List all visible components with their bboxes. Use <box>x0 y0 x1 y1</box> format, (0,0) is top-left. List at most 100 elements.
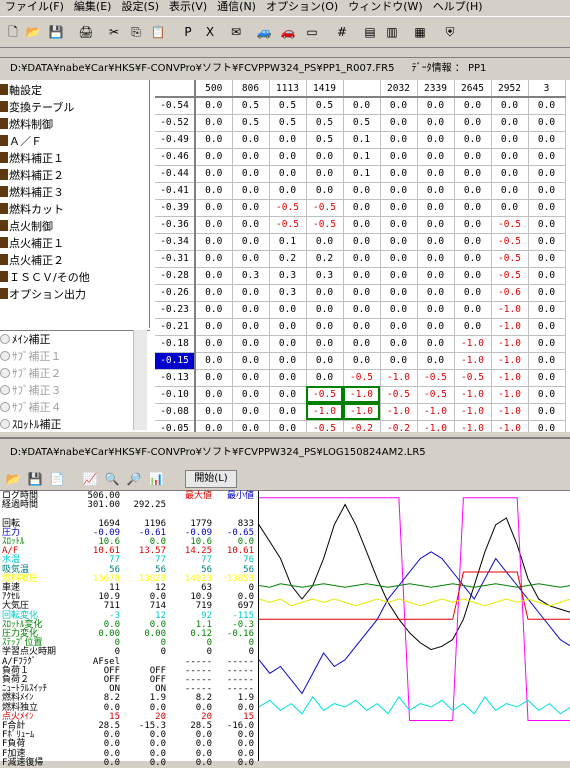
table-cell[interactable]: 0.0 <box>195 386 233 404</box>
table-cell[interactable]: -1.0 <box>417 420 455 432</box>
column-header[interactable]: 2032 <box>380 80 418 98</box>
table-cell[interactable]: 0.0 <box>417 352 455 370</box>
table-cell[interactable]: 0.0 <box>528 233 566 251</box>
table-cell[interactable]: 0.0 <box>195 301 233 319</box>
table-cell[interactable]: 0.5 <box>232 97 270 115</box>
table-cell[interactable]: 0.0 <box>232 216 270 234</box>
tool-c-icon[interactable]: ✉ <box>226 22 246 42</box>
table-cell[interactable]: 0.0 <box>417 97 455 115</box>
table-cell[interactable]: 0.0 <box>343 352 381 370</box>
table-cell[interactable]: 0.0 <box>454 131 492 149</box>
table-cell[interactable]: 0.0 <box>195 403 233 421</box>
table-cell[interactable]: -1.0 <box>491 386 529 404</box>
table-cell[interactable]: 0.0 <box>195 199 233 217</box>
table-cell[interactable]: 0.0 <box>232 386 270 404</box>
table-cell[interactable]: 0.0 <box>417 318 455 336</box>
table-cell[interactable]: 0.0 <box>232 284 270 302</box>
row-header[interactable]: -0.15 <box>155 352 196 370</box>
car-red-icon[interactable]: 🚗 <box>278 22 298 42</box>
table-cell[interactable]: 0.0 <box>417 335 455 353</box>
table-cell[interactable]: 0.0 <box>380 335 418 353</box>
table-cell[interactable]: 0.0 <box>528 216 566 234</box>
table-cell[interactable]: 0.3 <box>232 267 270 285</box>
column-header[interactable]: 806 <box>232 80 270 98</box>
tool-d-icon[interactable]: ▦ <box>410 22 430 42</box>
table-cell[interactable]: 0.1 <box>343 148 381 166</box>
table-cell[interactable]: 0.0 <box>454 233 492 251</box>
table-cell[interactable]: -1.0 <box>306 403 344 421</box>
table-cell[interactable]: -1.0 <box>454 335 492 353</box>
table-cell[interactable]: 0.0 <box>232 182 270 200</box>
table-cell[interactable]: 0.0 <box>417 148 455 166</box>
table-cell[interactable]: 0.0 <box>195 352 233 370</box>
table-cell[interactable]: 0.0 <box>306 148 344 166</box>
copy-icon[interactable]: ⎘ <box>126 22 146 42</box>
table-cell[interactable]: 0.0 <box>269 182 307 200</box>
correction-list-scrollbar[interactable] <box>133 330 147 430</box>
table-cell[interactable]: 0.0 <box>417 216 455 234</box>
table-cell[interactable]: 0.3 <box>306 267 344 285</box>
table-cell[interactable]: 0.0 <box>528 182 566 200</box>
start-button[interactable]: 開始(L) <box>185 470 237 488</box>
table-cell[interactable]: 0.0 <box>417 284 455 302</box>
tree-item[interactable]: 燃料補正１ <box>0 150 64 167</box>
table-cell[interactable]: 0.5 <box>343 114 381 132</box>
row-header[interactable]: -0.05 <box>155 420 196 432</box>
table-cell[interactable]: 0.0 <box>528 420 566 432</box>
row-header[interactable]: -0.39 <box>155 199 196 217</box>
table-cell[interactable]: 0.0 <box>306 369 344 387</box>
row-header[interactable]: -0.49 <box>155 131 196 149</box>
table-cell[interactable]: 0.5 <box>269 97 307 115</box>
table-cell[interactable]: 0.0 <box>232 369 270 387</box>
table-cell[interactable]: 0.0 <box>195 182 233 200</box>
cut-icon[interactable]: ✂ <box>104 22 124 42</box>
table-cell[interactable]: 0.0 <box>232 301 270 319</box>
table-cell[interactable]: 0.0 <box>380 301 418 319</box>
menu-item-3[interactable]: 表示(V) <box>164 0 212 14</box>
table-cell[interactable]: 0.0 <box>491 165 529 183</box>
table-cell[interactable]: -0.5 <box>306 386 344 404</box>
table-cell[interactable]: 0.1 <box>343 165 381 183</box>
table-cell[interactable]: 0.0 <box>417 182 455 200</box>
table-cell[interactable]: 0.0 <box>454 216 492 234</box>
table-cell[interactable]: 0.0 <box>232 199 270 217</box>
table-cell[interactable]: 0.0 <box>306 284 344 302</box>
correction-item[interactable]: ｻﾌﾞ補正２ <box>0 365 62 382</box>
table-cell[interactable]: 0.0 <box>306 301 344 319</box>
table-cell[interactable]: 0.0 <box>528 369 566 387</box>
table-cell[interactable]: -1.0 <box>491 352 529 370</box>
table-cell[interactable]: -1.0 <box>491 318 529 336</box>
table-cell[interactable]: 0.0 <box>195 318 233 336</box>
table-cell[interactable]: -1.0 <box>417 403 455 421</box>
menu-item-5[interactable]: オプション(O) <box>261 0 343 14</box>
zoom-out-icon[interactable]: 🔍 <box>102 469 122 489</box>
table-cell[interactable]: -0.5 <box>306 199 344 217</box>
table-cell[interactable]: 0.0 <box>269 131 307 149</box>
table-cell[interactable]: 0.0 <box>380 352 418 370</box>
table-cell[interactable]: 0.0 <box>195 369 233 387</box>
table-cell[interactable]: 0.0 <box>454 250 492 268</box>
column-header[interactable]: 2645 <box>454 80 492 98</box>
table-cell[interactable]: 0.0 <box>343 284 381 302</box>
table-cell[interactable]: 0.0 <box>454 114 492 132</box>
table-cell[interactable]: -1.0 <box>491 420 529 432</box>
tree-item[interactable]: 変換テーブル <box>0 99 74 116</box>
car-blue-icon[interactable]: 🚙 <box>254 22 274 42</box>
table-cell[interactable]: 0.5 <box>306 131 344 149</box>
row-header[interactable]: -0.21 <box>155 318 196 336</box>
table-cell[interactable]: 0.0 <box>454 301 492 319</box>
table-cell[interactable]: -1.0 <box>491 403 529 421</box>
correction-item[interactable]: ｻﾌﾞ補正４ <box>0 399 62 416</box>
column-header[interactable]: 1419 <box>306 80 344 98</box>
table-cell[interactable]: 0.0 <box>491 148 529 166</box>
tree-item[interactable]: ＩＳＣＶ/その他 <box>0 269 90 286</box>
row-header[interactable]: -0.23 <box>155 301 196 319</box>
table-cell[interactable]: 0.0 <box>195 165 233 183</box>
tree-item[interactable]: 燃料カット <box>0 201 64 218</box>
zoom-in-icon[interactable]: 🔎 <box>124 469 144 489</box>
save-icon[interactable]: 💾 <box>25 469 45 489</box>
row-header[interactable]: -0.13 <box>155 369 196 387</box>
table-cell[interactable]: 0.0 <box>232 352 270 370</box>
table-cell[interactable]: 0.0 <box>232 403 270 421</box>
table-cell[interactable]: 0.5 <box>306 97 344 115</box>
